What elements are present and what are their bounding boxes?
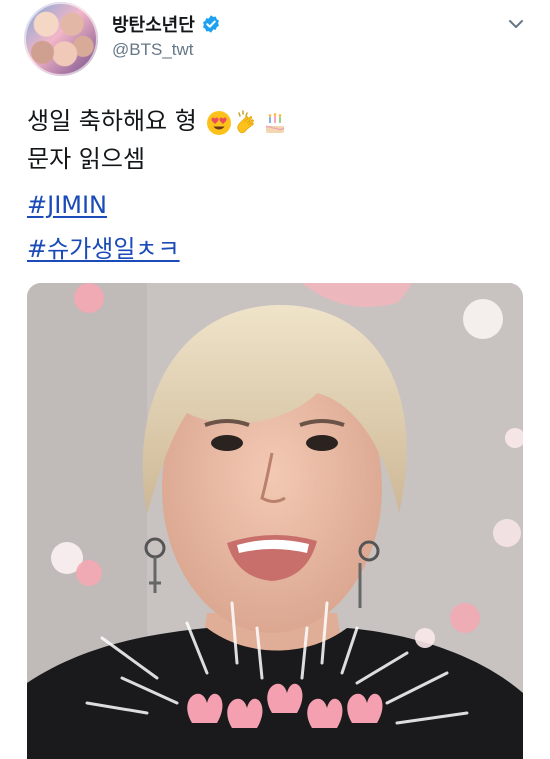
author-name-row: 방탄소년단 bbox=[112, 10, 221, 38]
author-handle[interactable]: @BTS_twt bbox=[112, 40, 194, 60]
tweet-line-1: 생일 축하해요 형 bbox=[27, 102, 527, 140]
author-display-name[interactable]: 방탄소년단 bbox=[112, 11, 195, 37]
verified-badge-icon bbox=[201, 14, 221, 34]
tweet-line-2: 문자 읽으셈 bbox=[27, 145, 146, 173]
chevron-down-icon[interactable] bbox=[506, 14, 526, 34]
avatar[interactable] bbox=[24, 2, 98, 76]
tweet-header: 방탄소년단 @BTS_twt bbox=[0, 0, 550, 85]
tweet-line-1-text: 생일 축하해요 형 bbox=[27, 107, 197, 135]
hashtag-link-suga-birthday[interactable]: #슈가생일ㅊㅋ bbox=[27, 230, 527, 268]
tweet-text: 생일 축하해요 형 문자 읽으셈 #JIMIN #슈가생일ㅊㅋ bbox=[27, 102, 527, 268]
video-frame-illustration bbox=[27, 283, 523, 759]
clapping-hands-emoji bbox=[234, 109, 260, 135]
birthday-cake-emoji bbox=[262, 109, 288, 135]
heart-eyes-emoji bbox=[206, 109, 232, 135]
hashtag-link-jimin[interactable]: #JIMIN bbox=[27, 186, 527, 224]
tweet-media-video[interactable] bbox=[27, 283, 523, 759]
